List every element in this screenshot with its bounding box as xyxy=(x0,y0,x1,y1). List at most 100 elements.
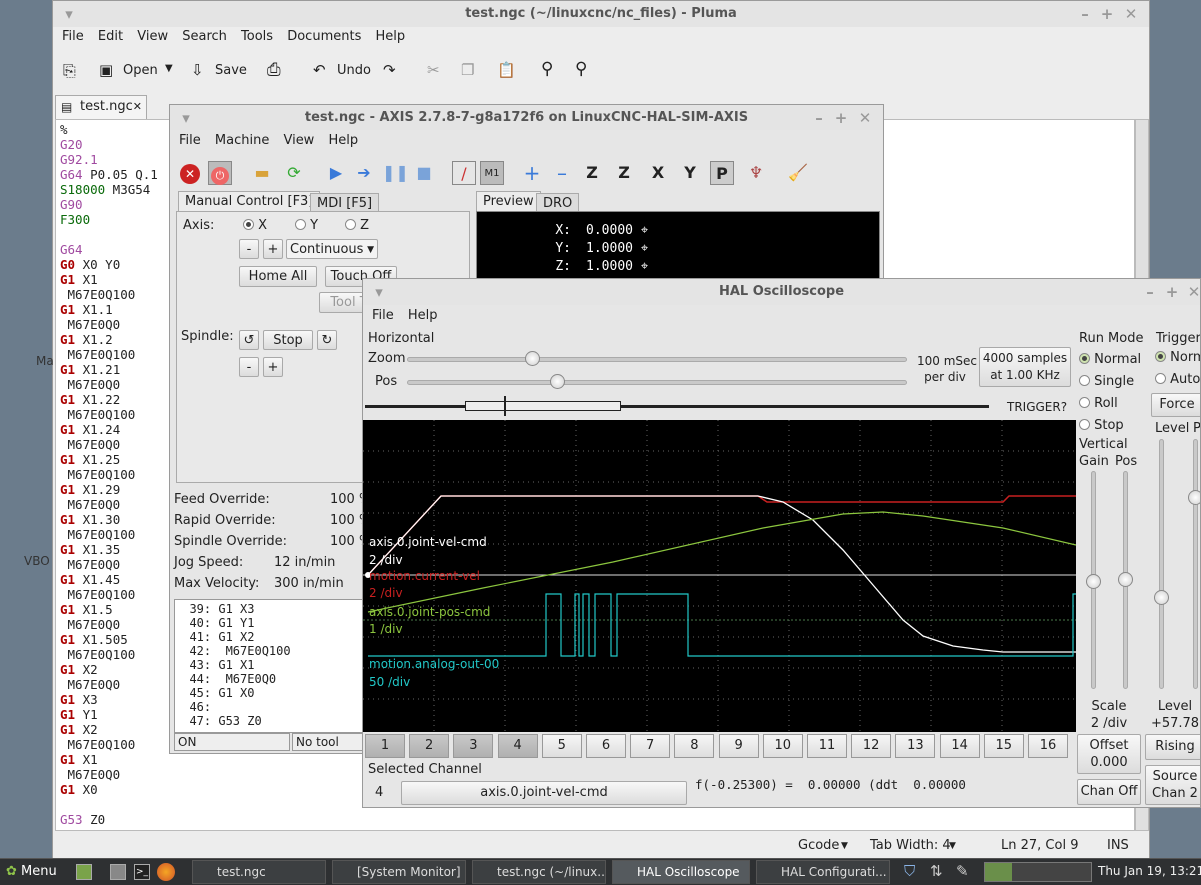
maximize-icon[interactable]: + xyxy=(831,105,851,131)
pen-icon[interactable]: ✎ xyxy=(956,862,969,880)
undo-button[interactable]: Undo xyxy=(337,63,371,78)
channel-button-16[interactable]: 16 xyxy=(1028,734,1068,758)
channel-button-4[interactable]: 4 xyxy=(497,734,538,758)
tab-mdi[interactable]: MDI [F5] xyxy=(310,193,380,213)
undo-icon[interactable]: ↶ xyxy=(313,61,326,79)
run-mode-stop-radio[interactable]: Stop xyxy=(1079,415,1159,437)
scope-menu-file[interactable]: File xyxy=(372,308,394,323)
cut-icon[interactable]: ✂ xyxy=(427,61,440,79)
close-icon[interactable]: ✕ xyxy=(855,105,875,131)
run-mode-normal-radio[interactable]: Normal xyxy=(1079,349,1159,371)
trigger-level-knob[interactable] xyxy=(1154,590,1169,605)
trigger-normal-radio[interactable]: Normal xyxy=(1155,350,1200,365)
channel-button-6[interactable]: 6 xyxy=(586,734,626,758)
paste-icon[interactable]: 📋 xyxy=(497,61,516,79)
terminal-icon[interactable]: >_ xyxy=(134,864,150,880)
estop-icon[interactable]: ✕ xyxy=(178,161,202,185)
scope-menu-help[interactable]: Help xyxy=(408,308,438,323)
spindle-cw-icon[interactable]: ↻ xyxy=(317,330,337,350)
channel-button-12[interactable]: 12 xyxy=(851,734,892,758)
minimize-icon[interactable]: – xyxy=(809,105,829,131)
home-all-button[interactable]: Home All xyxy=(239,266,317,287)
tab-manual-control[interactable]: Manual Control [F3] xyxy=(178,191,321,211)
axis-menu-help[interactable]: Help xyxy=(328,133,358,148)
workspace-1[interactable] xyxy=(985,863,1012,881)
step-icon[interactable]: ➔ xyxy=(352,161,376,185)
block-delete-icon[interactable]: / xyxy=(452,161,476,185)
stop-icon[interactable]: ■ xyxy=(412,161,436,185)
spindle-plus-button[interactable]: + xyxy=(263,357,283,377)
pos-slider[interactable] xyxy=(407,380,907,385)
zoom-slider-knob[interactable] xyxy=(525,351,540,366)
taskbar-item-hal-configuration[interactable]: HAL Configurati... xyxy=(756,860,890,884)
chan-off-button[interactable]: Chan Off xyxy=(1077,779,1141,805)
view-z2-icon[interactable]: Z xyxy=(612,161,636,185)
gcode-listing[interactable]: 39: G1 X3 40: G1 Y1 41: G1 X2 42: M67E0Q… xyxy=(174,599,364,733)
language-dropdown-icon[interactable]: ▼ xyxy=(841,833,848,859)
run-icon[interactable]: ▶ xyxy=(324,161,348,185)
view-p-icon[interactable]: P xyxy=(710,161,734,185)
run-mode-roll-radio[interactable]: Roll xyxy=(1079,393,1159,415)
reload-icon[interactable]: ⟳ xyxy=(282,161,306,185)
new-document-icon[interactable]: ⎘ xyxy=(63,61,76,81)
spindle-ccw-icon[interactable]: ↺ xyxy=(239,330,259,350)
trigger-pos-slider[interactable] xyxy=(1193,439,1198,689)
menu-search[interactable]: Search xyxy=(182,29,227,44)
jog-mode-select[interactable]: Continuous ▼ xyxy=(286,239,378,259)
window-menu-icon[interactable]: ▾ xyxy=(176,105,196,131)
copy-icon[interactable]: ❐ xyxy=(461,61,474,79)
workspace-switcher[interactable] xyxy=(984,862,1092,882)
run-mode-single-radio[interactable]: Single xyxy=(1079,371,1159,393)
language-selector[interactable]: Gcode xyxy=(798,833,839,859)
search-icon[interactable]: ⚲ xyxy=(541,59,553,79)
maximize-icon[interactable]: + xyxy=(1162,279,1182,305)
redo-icon[interactable]: ↷ xyxy=(383,61,396,79)
open-dropdown-icon[interactable]: ▼ xyxy=(165,63,173,74)
zoom-out-icon[interactable]: – xyxy=(550,161,574,185)
taskbar-item-hal-oscilloscope[interactable]: HAL Oscilloscope xyxy=(612,860,750,884)
channel-button-9[interactable]: 9 xyxy=(718,734,759,758)
view-y-icon[interactable]: Y xyxy=(678,161,702,185)
pluma-titlebar[interactable]: test.ngc (~/linuxcnc/nc_files) - Pluma xyxy=(53,1,1149,27)
firefox-icon[interactable] xyxy=(157,863,175,881)
channel-button-14[interactable]: 14 xyxy=(939,734,980,758)
tab-close-icon[interactable]: ✕ xyxy=(133,96,142,118)
jog-plus-button[interactable]: + xyxy=(263,239,283,259)
rotate-view-icon[interactable]: ♆ xyxy=(744,161,768,185)
print-icon[interactable]: ⎙ xyxy=(267,60,281,80)
trigger-level-slider[interactable] xyxy=(1159,439,1164,689)
scope-titlebar[interactable]: HAL Oscilloscope xyxy=(363,279,1200,305)
close-icon[interactable]: ✕ xyxy=(1121,1,1141,27)
view-x-icon[interactable]: X xyxy=(646,161,670,185)
channel-button-2[interactable]: 2 xyxy=(409,734,450,758)
channel-button-13[interactable]: 13 xyxy=(895,734,936,758)
axis-radio-z[interactable]: Z xyxy=(345,218,369,233)
taskbar-item-pluma[interactable]: test.ngc (~/linux... xyxy=(472,860,606,884)
show-desktop-icon[interactable] xyxy=(76,864,92,880)
axis-titlebar[interactable]: test.ngc - AXIS 2.7.8-7-g8a172f6 on Linu… xyxy=(170,105,883,130)
file-manager-icon[interactable] xyxy=(110,864,126,880)
vertical-gain-knob[interactable] xyxy=(1086,574,1101,589)
tab-width-selector[interactable]: Tab Width: 4 xyxy=(870,833,951,859)
tab-width-dropdown-icon[interactable]: ▼ xyxy=(949,833,956,859)
open-button[interactable]: Open xyxy=(123,63,158,78)
trigger-pos-knob[interactable] xyxy=(1188,490,1200,505)
trigger-auto-radio[interactable]: Auto xyxy=(1155,372,1200,387)
spindle-stop-button[interactable]: Stop xyxy=(263,330,313,350)
clock[interactable]: Thu Jan 19, 13:21 xyxy=(1098,864,1201,878)
menu-view[interactable]: View xyxy=(137,29,168,44)
force-button[interactable]: Force xyxy=(1151,393,1200,417)
channel-button-10[interactable]: 10 xyxy=(762,734,803,758)
menu-tools[interactable]: Tools xyxy=(241,29,273,44)
window-menu-icon[interactable]: ▾ xyxy=(369,279,389,305)
menu-file[interactable]: File xyxy=(62,29,84,44)
channel-button-7[interactable]: 7 xyxy=(630,734,671,758)
taskbar-item-test-ngc[interactable]: test.ngc xyxy=(192,860,326,884)
axis-radio-x[interactable]: X xyxy=(243,218,267,233)
menu-button[interactable]: ✿ Menu xyxy=(6,862,57,882)
axis-menu-machine[interactable]: Machine xyxy=(215,133,269,148)
channel-button-1[interactable]: 1 xyxy=(365,734,405,758)
axis-menu-file[interactable]: File xyxy=(179,133,201,148)
tab-preview[interactable]: Preview xyxy=(476,191,541,211)
machine-power-icon[interactable]: ⏻ xyxy=(208,161,232,185)
